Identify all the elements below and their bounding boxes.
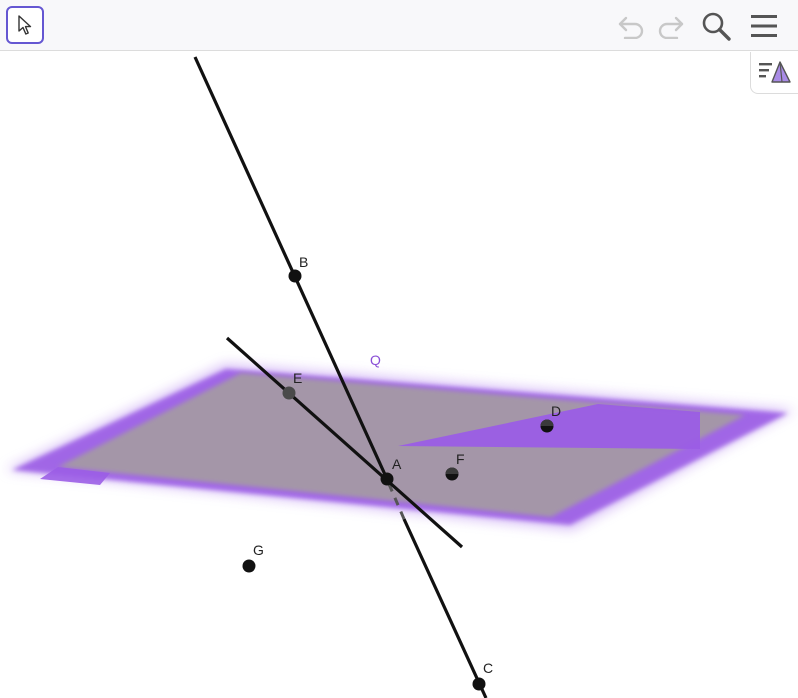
move-tool-button[interactable] [6,6,44,44]
move-cursor-icon [18,15,32,35]
search-button[interactable] [698,9,734,43]
line-bc-lower [402,518,488,698]
point-c-label: C [483,660,493,676]
graphics-3d-view[interactable]: B E D F A G C Q [0,52,798,698]
point-g[interactable]: G [242,542,264,573]
search-icon [702,12,731,41]
hamburger-menu-icon [751,15,777,37]
point-b-label: B [299,254,308,270]
redo-icon [658,16,684,39]
redo-button[interactable] [652,11,688,41]
point-g-label: G [253,542,264,558]
point-e-label: E [293,370,302,386]
main-menu-button[interactable] [744,9,784,43]
point-d-label: D [551,403,561,419]
point-f-label: F [456,451,465,467]
undo-icon [618,16,644,39]
undo-button[interactable] [614,11,650,41]
plane-q-label: Q [370,352,381,368]
top-toolbar [0,0,798,51]
point-a-label: A [392,456,402,472]
